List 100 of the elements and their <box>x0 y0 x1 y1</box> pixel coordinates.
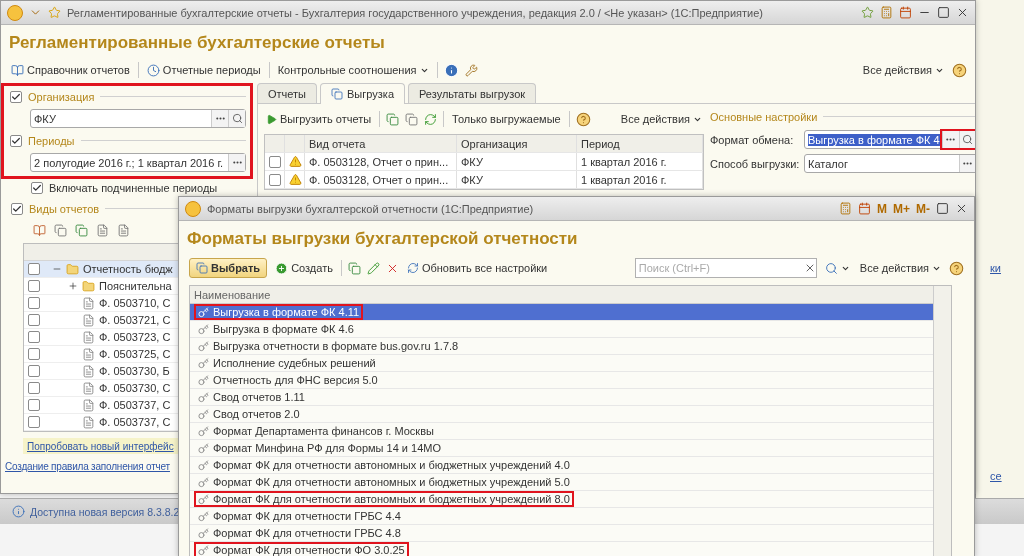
key-icon <box>198 323 209 335</box>
checkbox[interactable] <box>28 365 40 377</box>
dialog-heading: Форматы выгрузки бухгалтерской отчетности <box>186 228 579 250</box>
copy-icon <box>75 224 88 237</box>
tree-label: Ф. 0503721, С <box>99 314 171 326</box>
link[interactable]: се <box>976 470 1024 482</box>
checkbox[interactable] <box>28 416 40 428</box>
list-row[interactable]: Формат ФК для отчетности ГРБС 4.4 <box>190 508 933 525</box>
choice-button[interactable] <box>941 131 959 148</box>
checkbox[interactable] <box>28 280 40 292</box>
list-row[interactable]: Формат ФК для отчетности ГРБС 4.8 <box>190 525 933 542</box>
search-button[interactable] <box>228 110 245 127</box>
list-row[interactable]: Свод отчетов 2.0 <box>190 406 933 423</box>
column-header[interactable]: Вид отчета <box>305 135 457 152</box>
choose-button[interactable]: Выбрать <box>189 258 268 278</box>
tree-label: Ф. 0503725, С <box>99 348 171 360</box>
checkbox[interactable] <box>269 155 281 168</box>
document-icon <box>82 398 95 412</box>
checkbox[interactable] <box>28 314 40 326</box>
plus-icon <box>275 261 289 275</box>
choice-button[interactable] <box>228 154 245 171</box>
key-icon <box>198 391 209 403</box>
document-icon <box>82 296 95 310</box>
column-header[interactable]: Период <box>577 135 703 152</box>
all-actions-menu[interactable]: Все действия <box>857 262 943 274</box>
section-title: Основные настройки <box>710 110 818 123</box>
calculator-icon <box>839 202 852 215</box>
scrollbar[interactable] <box>933 286 951 556</box>
checkbox[interactable] <box>10 134 22 147</box>
column-header[interactable]: Организация <box>457 135 577 152</box>
checkbox[interactable] <box>28 382 40 394</box>
list-row[interactable]: Формат Департамента финансов г. Москвы <box>190 423 933 440</box>
group-label: Периоды <box>28 134 75 147</box>
document-icon <box>82 347 95 361</box>
list-row[interactable]: Выгрузка в формате ФК 4.6 <box>190 321 933 338</box>
all-actions-menu[interactable]: Все действия <box>860 64 946 76</box>
organization-field[interactable]: ФКУ <box>30 109 246 128</box>
list-row[interactable]: Формат ФК для отчетности ФО 3.0.25 <box>190 542 933 556</box>
refresh-settings-button[interactable]: Обновить все настройки <box>404 262 550 274</box>
star-icon <box>48 6 61 19</box>
play-icon <box>266 113 277 125</box>
fill-rule-link[interactable]: Создание правила заполнения отчет <box>5 461 170 472</box>
checkbox[interactable] <box>28 263 40 275</box>
toolbar-button[interactable]: Отчетные периоды <box>144 63 263 77</box>
format-name: Формат ФК для отчетности ФО 3.0.25 <box>213 544 405 556</box>
tree-label: Ф. 0503730, Б <box>99 365 170 377</box>
list-row[interactable]: Формат ФК для отчетности автономных и бюджетных учреждений 4.0 <box>190 457 933 474</box>
all-actions-menu[interactable]: Все действия <box>618 113 704 125</box>
calculator-icon <box>880 6 893 19</box>
checkbox[interactable] <box>10 90 22 103</box>
list-row[interactable]: Формат ФК для отчетности автономных и бюджетных учреждений 8.0 <box>190 491 933 508</box>
choice-button[interactable] <box>211 110 228 127</box>
list-row[interactable]: Формат Минфина РФ для Формы 14 и 14МО <box>190 440 933 457</box>
close-icon <box>955 202 968 215</box>
key-icon <box>198 527 209 539</box>
checkbox[interactable] <box>28 297 40 309</box>
list-row[interactable]: Отчетность для ФНС версия 5.0 <box>190 372 933 389</box>
checkbox[interactable] <box>28 348 40 360</box>
checkbox[interactable] <box>11 202 23 215</box>
checkbox-label: Включать подчиненные периоды <box>49 181 218 194</box>
star-icon <box>861 6 874 19</box>
table-cell: ФКУ <box>457 153 577 170</box>
list-row[interactable]: Формат ФК для отчетности автономных и бюджетных учреждений 5.0 <box>190 474 933 491</box>
link[interactable]: ки <box>976 262 1024 274</box>
field-label: Формат обмена: <box>710 133 795 146</box>
app-logo-icon <box>185 200 201 217</box>
checkbox[interactable] <box>28 331 40 343</box>
tab[interactable]: Отчеты <box>257 83 318 103</box>
list-row[interactable]: Свод отчетов 1.11 <box>190 389 933 406</box>
folder-icon <box>66 262 79 276</box>
tab[interactable]: Результаты выгрузок <box>408 83 537 103</box>
calendar-icon <box>858 202 871 215</box>
clock-icon <box>146 63 160 77</box>
tree-label: Отчетность бюдж <box>83 263 173 275</box>
toolbar-button[interactable]: Контрольные соотношения <box>275 64 431 76</box>
list-row[interactable]: Выгрузка в формате ФК 4.11 <box>190 304 933 321</box>
tab[interactable]: Выгрузка <box>320 83 405 104</box>
checkbox[interactable] <box>31 181 43 194</box>
only-exported-button[interactable]: Только выгружаемые <box>450 113 563 125</box>
tree-label: Пояснительна <box>99 280 172 292</box>
select-field[interactable]: Каталог <box>804 154 975 173</box>
checkbox[interactable] <box>28 399 40 411</box>
group-label: Организация <box>28 90 95 103</box>
format-name: Формат ФК для отчетности ГРБС 4.4 <box>213 510 401 522</box>
try-interface-link[interactable]: Попробовать новый интерфейс <box>27 441 174 452</box>
list-row[interactable]: Выгрузка отчетности в формате bus.gov.ru 1.7.8 <box>190 338 933 355</box>
document-icon <box>82 330 95 344</box>
toolbar-button[interactable]: Справочник отчетов <box>9 63 132 77</box>
column-header[interactable]: Наименование <box>190 286 933 304</box>
choice-button[interactable] <box>958 155 975 172</box>
book-icon <box>33 224 46 237</box>
periods-field[interactable]: 2 полугодие 2016 г.; 1 квартал 2016 г. <box>30 153 246 172</box>
export-button[interactable]: Выгрузить отчеты <box>264 113 374 125</box>
update-notice[interactable]: Доступна новая версия 8.3.8.2 <box>30 505 180 518</box>
window-title: Регламентированные бухгалтерские отчеты - Бухгалтерия государственного учреждения, редакция 2.0 / <Не указан> (1С:Предприятие) <box>67 6 764 19</box>
list-row[interactable]: Исполнение судебных решений <box>190 355 933 372</box>
checkbox[interactable] <box>269 173 281 186</box>
copy-icon <box>386 112 400 126</box>
select-field[interactable]: Выгрузка в формате ФК 4 <box>804 130 975 149</box>
create-button[interactable]: Создать <box>273 261 335 275</box>
